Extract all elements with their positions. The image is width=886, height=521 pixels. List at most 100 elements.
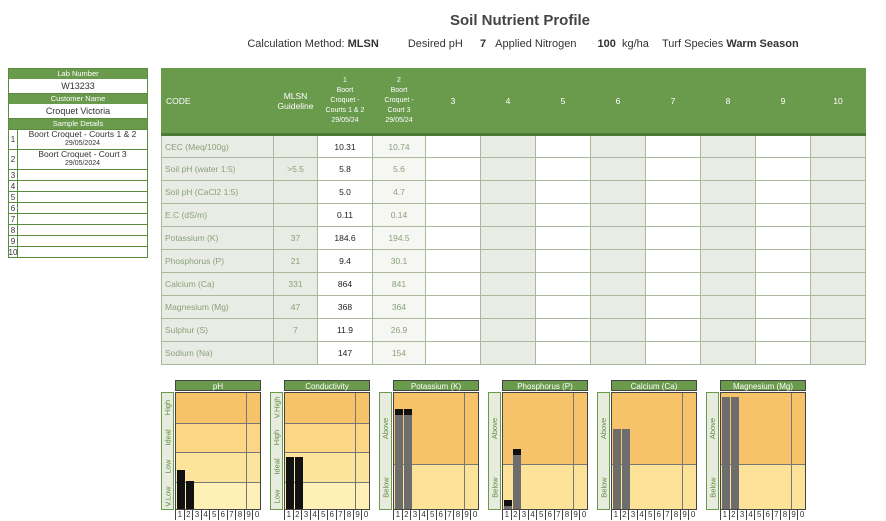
sample-row: 9 — [9, 235, 147, 246]
x-tick-label: 9 — [461, 510, 471, 520]
x-tick-label: 4 — [745, 510, 755, 520]
empty-cell — [645, 134, 701, 158]
sample-name — [18, 192, 147, 202]
table-row: Magnesium (Mg) 47 368 364 — [161, 295, 866, 319]
empty-cell — [535, 295, 591, 319]
chart-bar — [395, 408, 403, 509]
band-label-text: Above — [599, 417, 609, 440]
applied-nitrogen-label: Applied Nitrogen — [495, 38, 577, 50]
x-tick-label: 0 — [361, 510, 370, 520]
customer-name-value: Croquet Victoria — [9, 104, 147, 119]
chart-plot-area — [502, 392, 588, 510]
x-tick-label: 9 — [243, 510, 253, 520]
x-tick-label: 2 — [510, 510, 520, 520]
empty-cell — [755, 318, 811, 342]
chart-bar — [621, 428, 630, 509]
sample-2-value: 194.5 — [372, 226, 426, 250]
sample-column-header: 5 — [535, 68, 591, 136]
chart-panel: Conductivity V.High High Ideal Low 1 2 3 4 5 6 7 8 9 0 — [270, 380, 370, 520]
x-tick-label: 0 — [252, 510, 261, 520]
x-tick-label: 3 — [737, 510, 746, 520]
band-label: Above — [489, 393, 501, 464]
band-label-text: Ideal — [163, 429, 173, 446]
band-label-text: Below — [708, 477, 718, 498]
x-tick-label: 9 — [352, 510, 362, 520]
empty-cell — [645, 295, 701, 319]
chart-panel: Phosphorus (P) Above Below 1 2 3 4 5 6 7 8 9 0 — [488, 380, 588, 520]
sample-row: 6 — [9, 202, 147, 213]
empty-cell — [810, 272, 866, 296]
empty-cell — [590, 134, 646, 158]
empty-cell — [645, 180, 701, 204]
empty-cell — [480, 295, 536, 319]
empty-cell — [700, 341, 756, 365]
sample-number: 4 — [9, 181, 18, 191]
sample-column-header: 3 — [425, 68, 481, 136]
sample-number: 2 — [9, 150, 18, 169]
sample-2-value: 0.14 — [372, 203, 426, 227]
chart-band-labels: Above Below — [379, 392, 392, 510]
turf-species-label: Turf Species — [661, 38, 724, 50]
empty-cell — [810, 134, 866, 158]
sample-2-value: 4.7 — [372, 180, 426, 204]
x-tick-label: 5 — [536, 510, 545, 520]
chart-x-axis: 1234567890 — [611, 510, 697, 520]
row-guideline: 331 — [273, 272, 318, 296]
x-tick-label: 6 — [435, 510, 445, 520]
chart-band-labels: Above Below — [597, 392, 610, 510]
x-tick-label: 5 — [209, 510, 218, 520]
sample-2-value: 841 — [372, 272, 426, 296]
empty-cell — [480, 134, 536, 158]
x-tick-label: 1 — [502, 510, 511, 520]
sample-2-value: 10.74 — [372, 134, 426, 158]
chart-panel: Calcium (Ca) Above Below 1 2 3 4 5 6 7 8 9 0 — [597, 380, 697, 520]
band-label: Low — [271, 482, 283, 512]
sample-column-label: Court 3 — [387, 107, 411, 114]
x-tick-label: 3 — [410, 510, 419, 520]
row-guideline — [273, 180, 318, 204]
band-label-text: High — [163, 400, 173, 416]
chart-bar — [512, 448, 521, 509]
chart-band — [176, 452, 260, 482]
sample-row: 7 — [9, 213, 147, 224]
empty-cell — [535, 226, 591, 250]
sample-1-value: 184.6 — [317, 226, 373, 250]
x-tick-label: 2 — [292, 510, 302, 520]
chart-plot-area — [393, 392, 479, 510]
sample-number: 8 — [9, 225, 18, 235]
band-label: Ideal — [271, 452, 283, 482]
empty-cell — [425, 249, 481, 273]
chart-title: Potassium (K) — [393, 380, 479, 391]
table-row: Soil pH (CaCl2 1:5) 5.0 4.7 — [161, 180, 866, 204]
chart-title: pH — [175, 380, 261, 391]
empty-cell — [755, 203, 811, 227]
chart-x-axis: 1234567890 — [284, 510, 370, 520]
chart-band — [176, 393, 260, 423]
empty-cell — [700, 272, 756, 296]
x-tick-label: 0 — [797, 510, 806, 520]
chart-panel: pH High Ideal Low V.Low 1 2 3 4 5 6 7 8 9 0 — [161, 380, 261, 520]
nitrogen-unit: kg/ha — [621, 38, 649, 50]
sample-column-header: 6 — [590, 68, 646, 136]
chart-bar — [403, 408, 412, 509]
sample-2-value: 26.9 — [372, 318, 426, 342]
code-header: CODE — [161, 68, 274, 136]
row-code: E.C (dS/m) — [161, 203, 274, 227]
chart-bar — [286, 457, 294, 509]
empty-cell — [755, 180, 811, 204]
empty-cell — [810, 341, 866, 365]
sample-name — [18, 236, 147, 246]
band-label: V.High — [271, 393, 283, 423]
x-tick-label: 5 — [645, 510, 654, 520]
table-row: Sodium (Na) 147 154 — [161, 341, 866, 365]
band-label: Below — [380, 464, 392, 511]
sample-row: 8 — [9, 224, 147, 235]
band-label: Above — [707, 393, 719, 464]
x-tick-label: 3 — [192, 510, 201, 520]
sample-2-value: 5.6 — [372, 157, 426, 181]
calc-method-label: Calculation Method: — [247, 38, 345, 50]
chart-band-labels: Above Below — [488, 392, 501, 510]
sample-list: 1 Boort Croquet - Courts 1 & 2 29/05/2024 2… — [9, 129, 147, 257]
chart-bar — [177, 470, 185, 509]
empty-cell — [480, 341, 536, 365]
